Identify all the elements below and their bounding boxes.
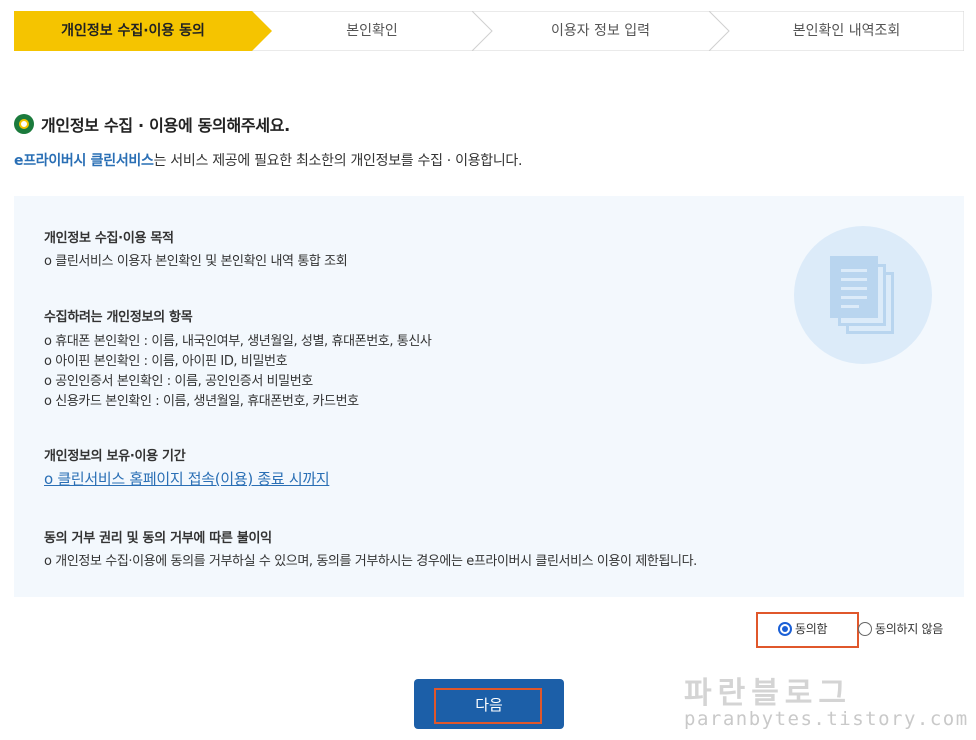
purpose-title: 개인정보 수집·이용 목적	[44, 231, 174, 246]
watermark-title: 파란블로그	[684, 676, 852, 711]
step-user-info: 이용자 정보 입력	[550, 23, 651, 39]
items-title: 수집하려는 개인정보의 항목	[44, 310, 193, 325]
refusal-title: 동의 거부 권리 및 동의 거부에 따른 불이익	[44, 531, 272, 546]
section-heading: 개인정보 수집 · 이용에 동의해주세요.	[14, 112, 290, 136]
agree-radio-option[interactable]: 동의함	[778, 620, 828, 637]
items-line: o 휴대폰 본인확인 : 이름, 내국인여부, 생년월일, 성별, 휴대폰번호,…	[44, 334, 432, 349]
next-button[interactable]: 다음	[414, 679, 564, 729]
disagree-radio[interactable]	[858, 621, 872, 636]
purpose-line: o 클린서비스 이용자 본인확인 및 본인확인 내역 통합 조회	[44, 254, 348, 269]
intro-text: e프라이버시 클린서비스는 서비스 제공에 필요한 최소한의 개인정보를 수집 …	[14, 150, 522, 170]
agree-label[interactable]: 동의함	[795, 620, 828, 637]
page-title: 개인정보 수집 · 이용에 동의해주세요.	[41, 116, 290, 135]
privacy-info-box: 개인정보 수집·이용 목적 o 클린서비스 이용자 본인확인 및 본인확인 내역…	[14, 196, 964, 597]
retention-title: 개인정보의 보유·이용 기간	[44, 449, 186, 464]
disagree-label[interactable]: 동의하지 않음	[875, 620, 943, 637]
brand-name: e프라이버시 클린서비스	[14, 153, 154, 169]
disagree-radio-option[interactable]: 동의하지 않음	[858, 620, 943, 637]
document-stack-icon	[794, 226, 932, 364]
items-line: o 아이핀 본인확인 : 이름, 아이핀 ID, 비밀번호	[44, 354, 288, 369]
step-consent: 개인정보 수집·이용 동의	[61, 23, 205, 39]
step-identity-verification: 본인확인	[346, 23, 398, 39]
refusal-line: o 개인정보 수집·이용에 동의를 거부하실 수 있으며, 동의를 거부하시는 …	[44, 554, 697, 569]
watermark-url: paranbytes.tistory.com	[684, 708, 969, 730]
items-line: o 신용카드 본인확인 : 이름, 생년월일, 휴대폰번호, 카드번호	[44, 394, 359, 409]
agree-radio[interactable]	[778, 621, 792, 636]
items-line: o 공인인증서 본인확인 : 이름, 공인인증서 비밀번호	[44, 374, 313, 389]
progress-stepper: 개인정보 수집·이용 동의 본인확인 이용자 정보 입력 본인확인 내역조회	[14, 11, 964, 51]
step-history-lookup: 본인확인 내역조회	[792, 23, 901, 39]
intro-description: 는 서비스 제공에 필요한 최소한의 개인정보를 수집 · 이용합니다.	[153, 153, 523, 169]
retention-period-link[interactable]: o 클린서비스 홈페이지 접속(이용) 종료 시까지	[44, 468, 330, 489]
circle-bullet-icon	[14, 114, 34, 134]
